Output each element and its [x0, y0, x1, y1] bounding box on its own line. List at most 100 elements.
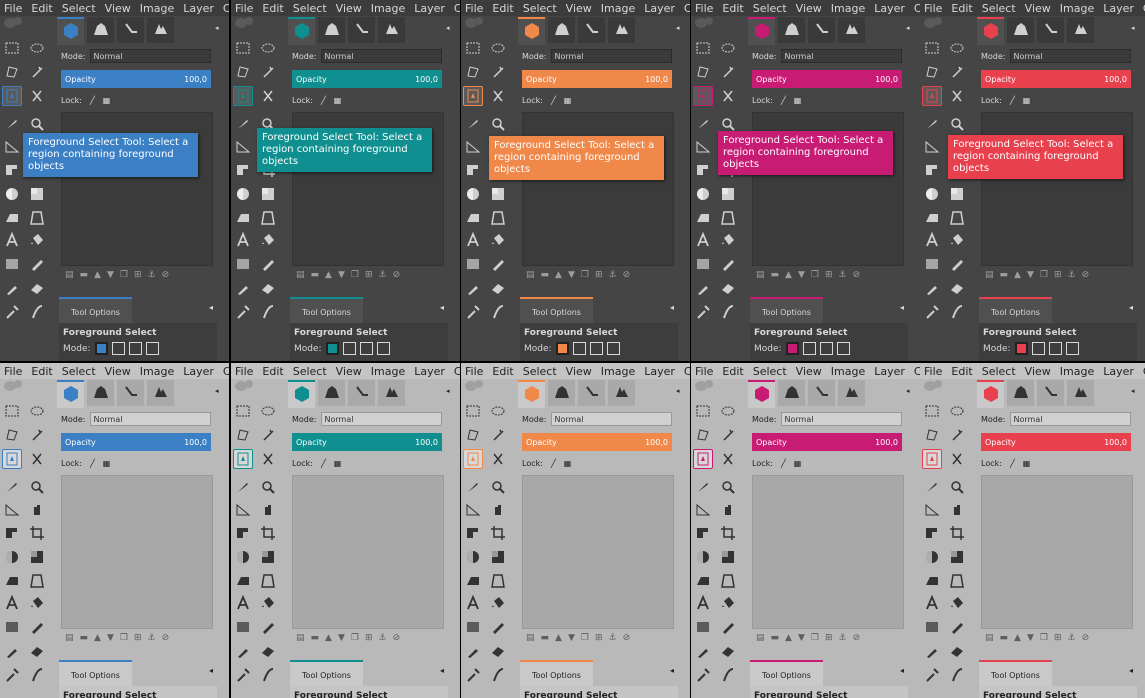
cage-transform-icon[interactable] — [27, 208, 47, 228]
lock-alpha-icon[interactable]: ▦ — [103, 459, 111, 468]
dock-menu-icon[interactable]: ◂ — [1131, 24, 1141, 32]
text-icon[interactable] — [2, 230, 22, 250]
rect-select-icon[interactable] — [693, 38, 713, 58]
duplicate-icon[interactable]: ❐ — [351, 270, 359, 280]
new-layer-icon[interactable]: ▤ — [65, 633, 74, 643]
fuzzy-select-icon[interactable] — [718, 425, 738, 445]
crop-icon[interactable] — [718, 523, 738, 543]
menu-colors[interactable]: Colors — [454, 365, 460, 378]
eraser-icon[interactable] — [258, 278, 278, 298]
delete-icon[interactable]: ⊘ — [853, 270, 861, 280]
lower-icon[interactable]: ▼ — [568, 270, 575, 280]
new-layer-icon[interactable]: ▤ — [756, 270, 765, 280]
perspective-icon[interactable] — [463, 499, 483, 519]
new-layer-icon[interactable]: ▤ — [526, 270, 535, 280]
tab-menu-icon[interactable]: ◂ — [900, 303, 904, 312]
ellipse-select-icon[interactable] — [488, 401, 508, 421]
paintbrush-icon[interactable] — [922, 641, 942, 661]
align-icon[interactable] — [922, 160, 942, 180]
gradient-icon[interactable] — [2, 617, 22, 637]
scissors-select-icon[interactable] — [258, 86, 278, 106]
airbrush-icon[interactable] — [463, 302, 483, 322]
flip-icon[interactable] — [2, 208, 22, 228]
new-group-icon[interactable]: ▬ — [771, 633, 780, 643]
lock-alpha-icon[interactable]: ▦ — [564, 96, 572, 105]
mode-dropdown[interactable]: Normal — [1009, 49, 1131, 63]
new-group-icon[interactable]: ▬ — [1000, 270, 1009, 280]
crop-icon[interactable] — [27, 523, 47, 543]
channels-tab[interactable] — [548, 17, 575, 43]
lock-pixels-icon[interactable]: ╱ — [551, 459, 556, 468]
history-tab[interactable] — [838, 380, 865, 406]
duplicate-icon[interactable]: ❐ — [1040, 270, 1048, 280]
dodge-burn-icon[interactable] — [233, 184, 253, 204]
paths-tab[interactable] — [1037, 17, 1064, 43]
tool-options-tab[interactable]: Tool Options — [750, 297, 823, 325]
tool-options-tab[interactable]: Tool Options — [59, 660, 132, 688]
mode-dropdown[interactable]: Normal — [89, 49, 211, 63]
anchor-icon[interactable]: ⚓ — [609, 270, 617, 280]
delete-icon[interactable]: ⊘ — [853, 633, 861, 643]
anchor-icon[interactable]: ⚓ — [379, 270, 387, 280]
airbrush-icon[interactable] — [233, 302, 253, 322]
rect-select-icon[interactable] — [922, 401, 942, 421]
dock-menu-icon[interactable]: ◂ — [446, 387, 456, 395]
channels-tab[interactable] — [1007, 17, 1034, 43]
scissors-select-icon[interactable] — [718, 86, 738, 106]
lock-alpha-icon[interactable]: ▦ — [1023, 459, 1031, 468]
lower-icon[interactable]: ▼ — [1027, 270, 1034, 280]
lower-icon[interactable]: ▼ — [338, 633, 345, 643]
free-select-icon[interactable] — [233, 425, 253, 445]
text-icon[interactable] — [922, 593, 942, 613]
foreground-select-icon[interactable] — [463, 86, 483, 106]
paintbrush-icon[interactable] — [2, 641, 22, 661]
duplicate-icon[interactable]: ❐ — [120, 270, 128, 280]
ellipse-select-icon[interactable] — [258, 38, 278, 58]
paths-tab[interactable] — [348, 380, 375, 406]
bucket-fill-icon[interactable] — [947, 230, 967, 250]
tool-options-tab[interactable]: Tool Options — [59, 297, 132, 325]
anchor-icon[interactable]: ⚓ — [839, 633, 847, 643]
lock-alpha-icon[interactable]: ▦ — [1023, 96, 1031, 105]
flip-icon[interactable] — [922, 571, 942, 591]
move-icon[interactable] — [947, 499, 967, 519]
airbrush-icon[interactable] — [2, 302, 22, 322]
lock-alpha-icon[interactable]: ▦ — [334, 459, 342, 468]
zoom-icon[interactable] — [947, 477, 967, 497]
rect-select-icon[interactable] — [463, 38, 483, 58]
eraser-icon[interactable] — [718, 278, 738, 298]
channels-tab[interactable] — [548, 380, 575, 406]
perspective-icon[interactable] — [463, 136, 483, 156]
dock-menu-icon[interactable]: ◂ — [215, 387, 225, 395]
zoom-icon[interactable] — [488, 477, 508, 497]
duplicate-icon[interactable]: ❐ — [811, 633, 819, 643]
intersect-mode-icon[interactable] — [836, 342, 850, 355]
bucket-fill-icon[interactable] — [258, 230, 278, 250]
duplicate-icon[interactable]: ❐ — [1040, 633, 1048, 643]
lock-alpha-icon[interactable]: ▦ — [564, 459, 572, 468]
smudge-icon[interactable] — [718, 665, 738, 685]
move-icon[interactable] — [718, 499, 738, 519]
smudge-icon[interactable] — [258, 665, 278, 685]
anchor-icon[interactable]: ⚓ — [379, 633, 387, 643]
duplicate-icon[interactable]: ❐ — [120, 633, 128, 643]
ellipse-select-icon[interactable] — [947, 401, 967, 421]
bucket-fill-icon[interactable] — [718, 230, 738, 250]
free-select-icon[interactable] — [463, 425, 483, 445]
opacity-slider[interactable]: Opacity 100,0 — [292, 433, 442, 451]
align-icon[interactable] — [463, 160, 483, 180]
blend-icon[interactable] — [258, 184, 278, 204]
pencil-icon[interactable] — [488, 617, 508, 637]
menu-edit[interactable]: Edit — [492, 2, 513, 15]
menu-file[interactable]: File — [235, 365, 253, 378]
scissors-select-icon[interactable] — [488, 86, 508, 106]
zoom-icon[interactable] — [27, 114, 47, 134]
rect-select-icon[interactable] — [693, 401, 713, 421]
channels-tab[interactable] — [318, 380, 345, 406]
rect-select-icon[interactable] — [233, 401, 253, 421]
airbrush-icon[interactable] — [922, 302, 942, 322]
subtract-mode-icon[interactable] — [359, 342, 373, 355]
ellipse-select-icon[interactable] — [718, 401, 738, 421]
history-tab[interactable] — [378, 380, 405, 406]
delete-icon[interactable]: ⊘ — [1082, 270, 1090, 280]
